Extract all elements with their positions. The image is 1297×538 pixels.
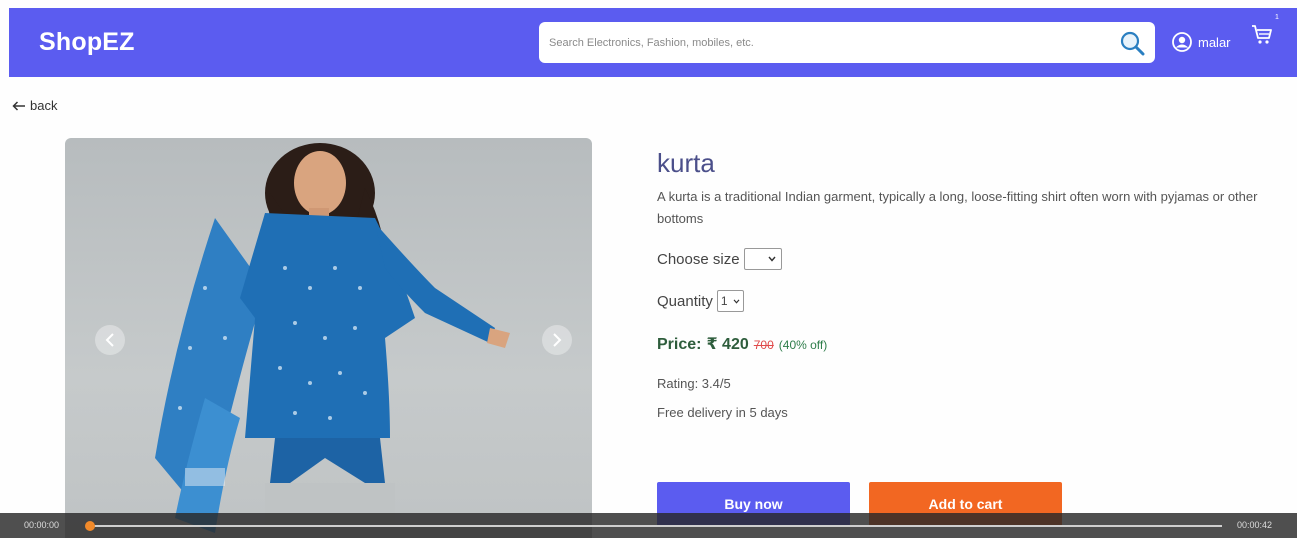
chevron-right-icon bbox=[553, 333, 562, 347]
page: ShopEZ malar 1 back bbox=[0, 0, 1297, 538]
video-scrub-track[interactable] bbox=[88, 525, 1222, 527]
carousel-prev-button[interactable] bbox=[95, 325, 125, 355]
video-scrub-handle[interactable] bbox=[85, 521, 95, 531]
price-value: ₹ 420 bbox=[706, 336, 749, 353]
cart-icon[interactable] bbox=[1250, 22, 1274, 46]
back-label: back bbox=[30, 98, 58, 113]
quantity-select[interactable]: 1 bbox=[716, 290, 744, 312]
product-photo bbox=[155, 143, 510, 538]
video-progress-bar: 00:00:00 00:00:42 bbox=[0, 513, 1297, 538]
user-menu[interactable]: malar bbox=[1172, 32, 1231, 52]
size-select[interactable] bbox=[743, 248, 782, 270]
rating: Rating: 3.4/5 bbox=[657, 376, 731, 391]
size-label: Choose size bbox=[657, 250, 740, 268]
chevron-down-icon bbox=[768, 256, 776, 262]
quantity-value: 1 bbox=[720, 294, 728, 308]
cart-count-badge: 1 bbox=[1275, 14, 1279, 21]
size-row: Choose size bbox=[657, 248, 782, 270]
navbar: ShopEZ malar bbox=[9, 8, 1297, 77]
chevron-down-icon bbox=[733, 298, 740, 304]
arrow-left-icon bbox=[12, 100, 25, 111]
user-circle-icon bbox=[1172, 32, 1192, 52]
search-box bbox=[539, 22, 1155, 63]
quantity-row: Quantity 1 bbox=[657, 290, 744, 312]
back-link[interactable]: back bbox=[12, 98, 57, 113]
video-total-time: 00:00:42 bbox=[1237, 520, 1273, 530]
price-label: Price: bbox=[657, 336, 702, 353]
price-row: Price: ₹ 420 700 (40% off) bbox=[657, 334, 827, 354]
user-name: malar bbox=[1198, 34, 1231, 50]
quantity-label: Quantity bbox=[657, 292, 713, 310]
search-input[interactable] bbox=[549, 33, 1109, 53]
video-current-time: 00:00:00 bbox=[24, 520, 60, 530]
product-title: kurta bbox=[657, 148, 715, 178]
chevron-left-icon bbox=[105, 333, 114, 347]
price-original: 700 bbox=[753, 338, 774, 352]
product-description: A kurta is a traditional Indian garment,… bbox=[657, 189, 1258, 226]
search-icon[interactable] bbox=[1119, 30, 1145, 56]
price-discount: (40% off) bbox=[778, 338, 828, 352]
delivery-info: Free delivery in 5 days bbox=[657, 405, 788, 420]
product-image bbox=[65, 138, 592, 538]
carousel-next-button[interactable] bbox=[542, 325, 572, 355]
brand-logo[interactable]: ShopEZ bbox=[39, 28, 135, 57]
